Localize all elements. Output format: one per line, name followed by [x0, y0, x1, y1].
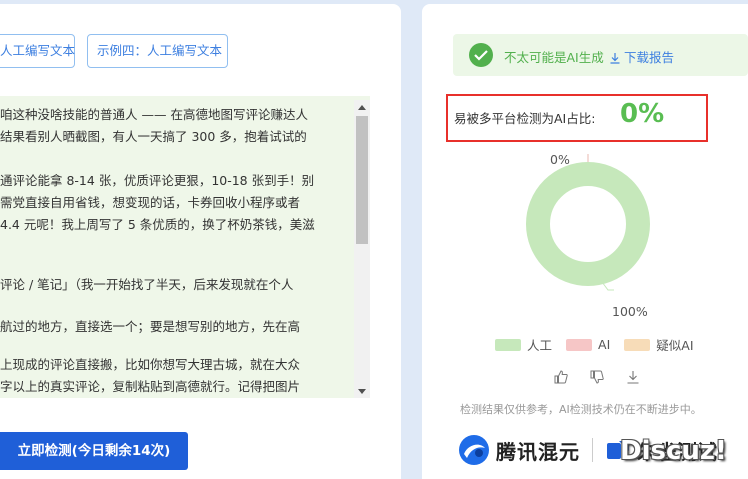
input-panel: 人工编写文本 示例四：人工编写文本 咱这种没啥技能的普通人 —— 在高德地图写评… [0, 4, 401, 479]
ai-ratio-value: 0% [620, 99, 665, 129]
chart-label-100: 100% [612, 304, 648, 319]
text-line: 航过的地方，直接选一个；要是想写别的地方，先在高 [0, 319, 301, 334]
verdict-text: 不太可能是AI生成 [504, 50, 604, 65]
thumbs-up-icon[interactable] [554, 370, 568, 384]
ai-ratio-box: 易被多平台检测为AI占比: 0% [446, 94, 708, 142]
example-3-button[interactable]: 人工编写文本 [0, 34, 75, 68]
check-icon [469, 43, 493, 67]
legend-item-suspected-ai[interactable]: 疑似AI [624, 335, 694, 354]
feedback-bar [554, 370, 640, 384]
scroll-thumb[interactable] [356, 116, 368, 244]
text-line: 上现成的评论直接搬，比如你想写大理古城，就在大众 [0, 357, 301, 372]
label-leader-line-top [587, 154, 589, 162]
text-scrollbar[interactable] [354, 100, 370, 398]
download-report-label: 下载报告 [624, 50, 675, 65]
text-line: 咱这种没啥技能的普通人 —— 在高德地图写评论赚达人 [0, 107, 308, 122]
chart-label-0: 0% [550, 152, 570, 167]
donut-chart [526, 154, 650, 291]
legend-swatch-suspected-ai [624, 338, 651, 351]
brand-hunyuan: 腾讯混元 [496, 439, 580, 464]
donut-slice-0[interactable] [526, 162, 650, 286]
legend-label-ai: AI [598, 337, 611, 352]
chart-legend: 人工 AI 疑似AI [495, 335, 708, 354]
result-banner: 不太可能是AI生成 下载报告 [453, 34, 748, 76]
disclaimer-text: 检测结果仅供参考，AI检测技术仍在不断进步中。 [460, 403, 702, 416]
download-icon[interactable] [626, 370, 640, 384]
thumbs-down-icon[interactable] [590, 370, 604, 384]
text-line: 评论 / 笔记」（我一开始找了半天，后来发现就在个人 [0, 277, 294, 292]
ai-ratio-label: 易被多平台检测为AI占比: [454, 111, 596, 126]
legend-swatch-ai [566, 338, 593, 351]
text-line: 结果看别人晒截图，有人一天搞了 300 多，抱着试试的 [0, 129, 307, 144]
text-line: 需党直接自用省钱，想变现的话，卡券回收小程序或者 [0, 195, 301, 210]
legend-label-suspected-ai: 疑似AI [656, 338, 694, 353]
discuz-watermark: Discuz! [620, 436, 727, 466]
scroll-down-arrow-icon[interactable] [354, 384, 370, 398]
text-line: 通评论能拿 8-14 张，优质评论更狠，10-18 张到手！别 [0, 173, 315, 188]
legend-item-ai[interactable]: AI [566, 337, 610, 352]
brand-divider [592, 438, 593, 462]
result-panel: 不太可能是AI生成 下载报告 易被多平台检测为AI占比: 0% 0% 100% … [422, 4, 748, 479]
legend-label-human: 人工 [527, 338, 553, 353]
legend-item-human[interactable]: 人工 [495, 335, 552, 354]
text-line: 字以上的真实评论，复制粘贴到高德就行。记得把图片 [0, 379, 301, 394]
scroll-up-arrow-icon[interactable] [354, 100, 370, 114]
download-icon [610, 53, 620, 64]
text-input-area[interactable]: 咱这种没啥技能的普通人 —— 在高德地图写评论赚达人 结果看别人晒截图，有人一天… [0, 96, 370, 398]
detect-now-button[interactable]: 立即检测(今日剩余14次) [0, 432, 188, 470]
download-report-link[interactable]: 下载报告 [610, 47, 674, 66]
text-line: 4.4 元呢！我上周写了 5 条优质的，换了杯奶茶钱，美滋 [0, 217, 315, 232]
legend-swatch-human [495, 338, 521, 351]
example-4-button[interactable]: 示例四：人工编写文本 [87, 34, 228, 68]
hunyuan-logo-icon [459, 435, 489, 465]
